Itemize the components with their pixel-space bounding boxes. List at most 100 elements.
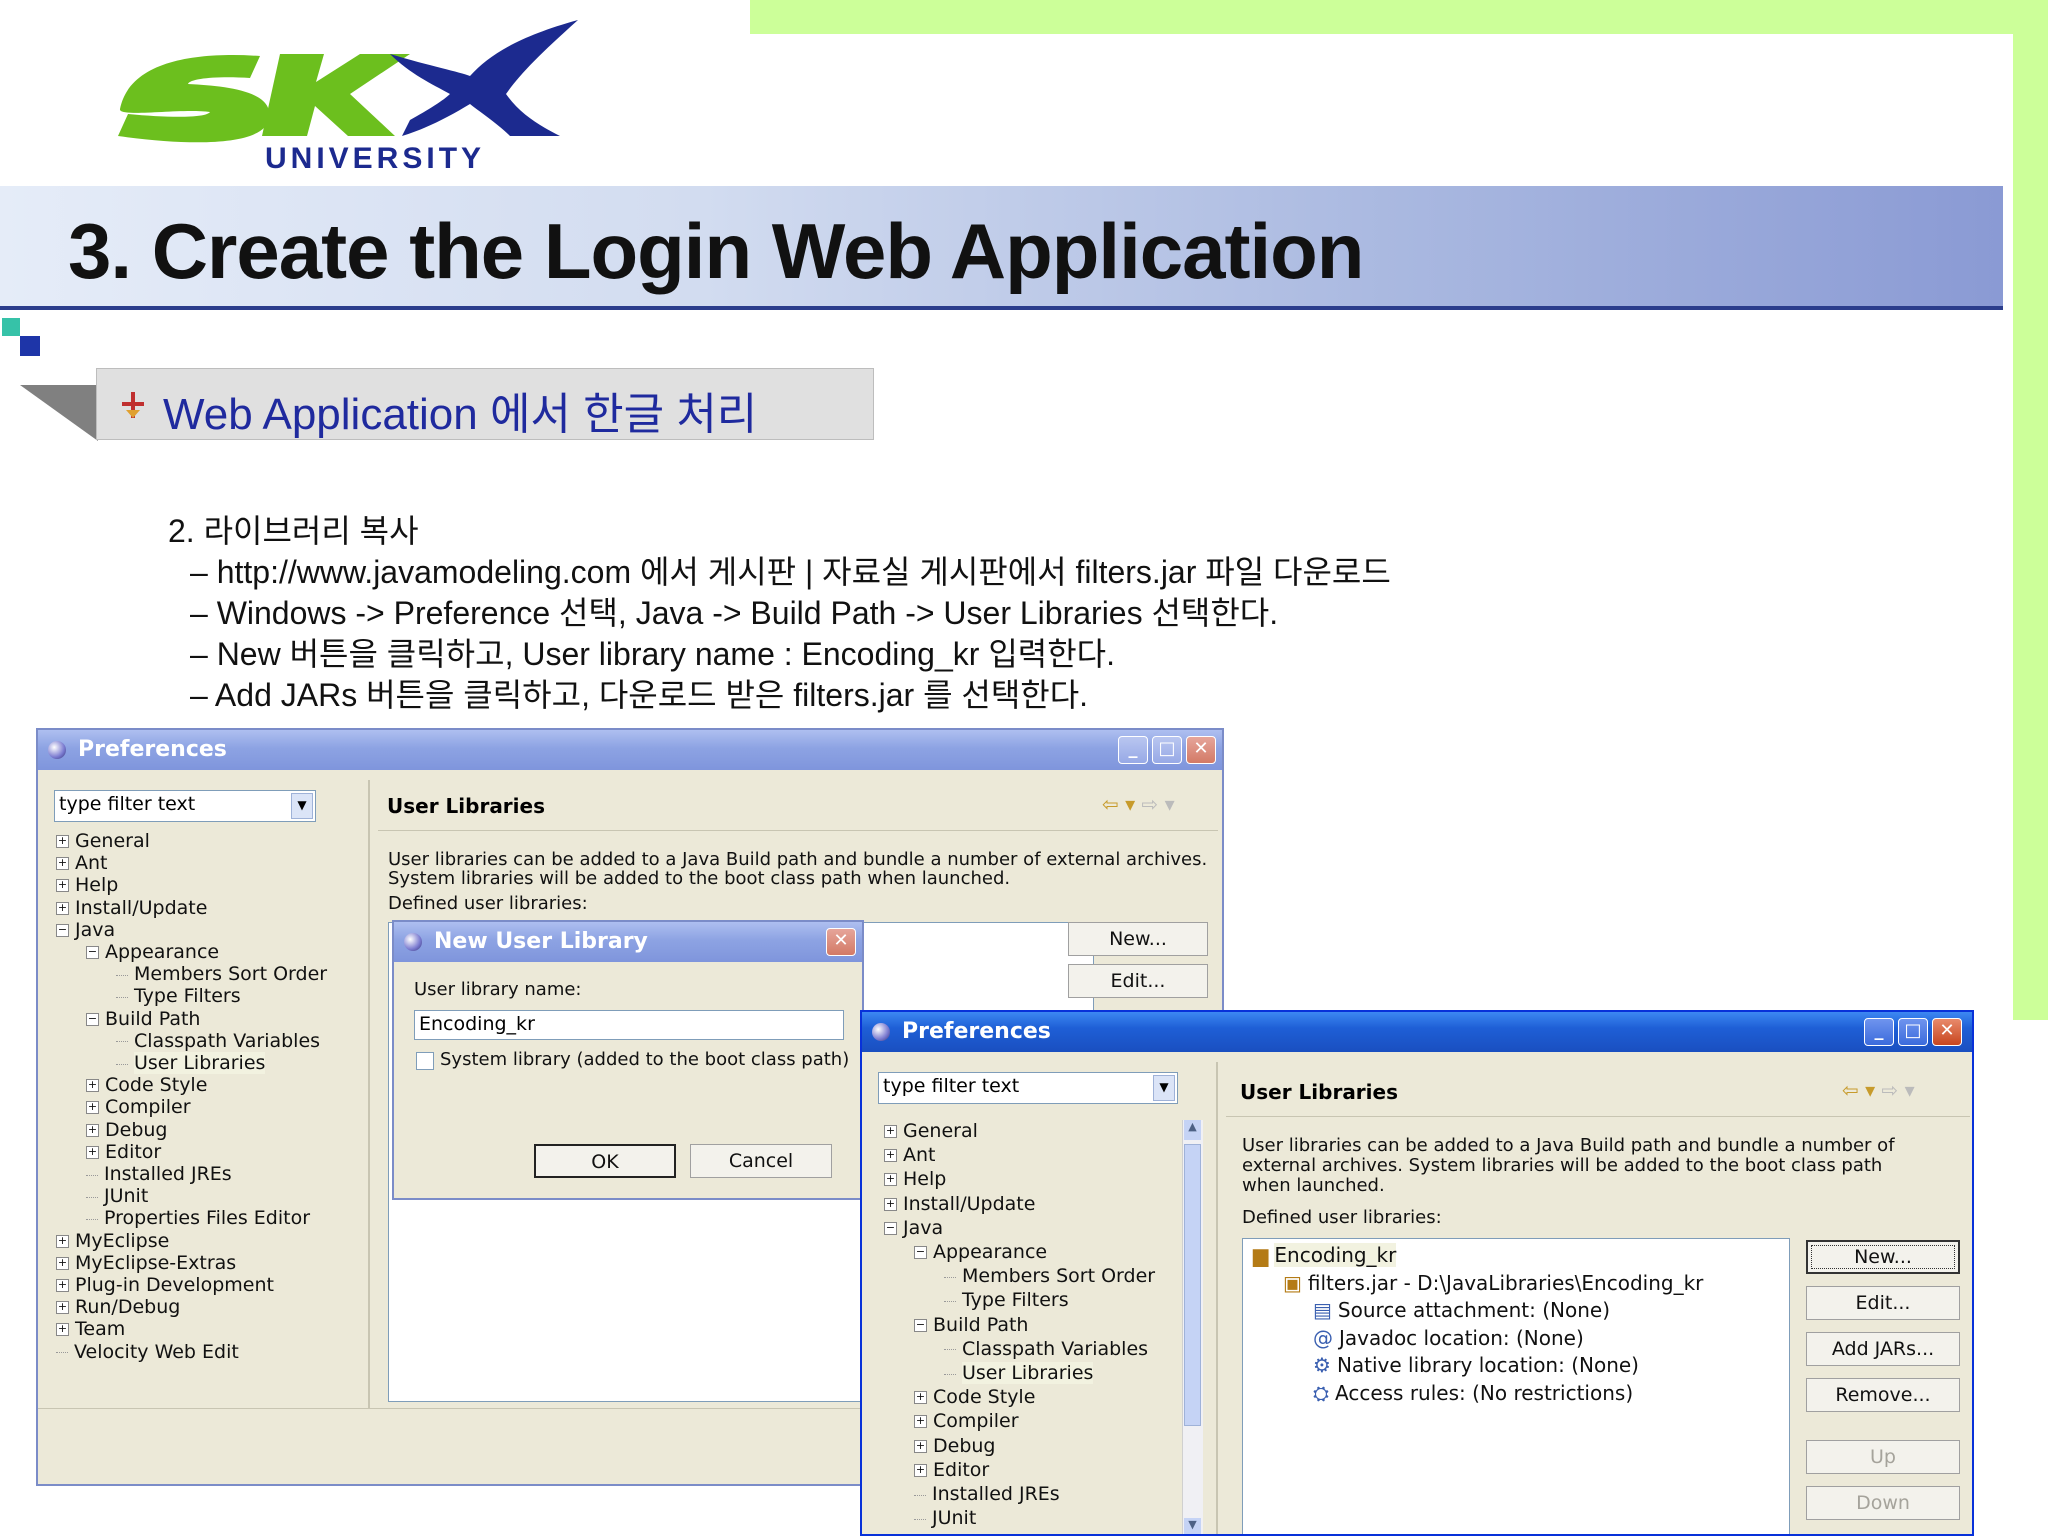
expand-icon[interactable]: + (56, 1256, 69, 1270)
ok-button[interactable]: OK (534, 1144, 676, 1178)
expand-icon[interactable]: + (56, 1301, 69, 1315)
tree-item[interactable]: + Debug (914, 1435, 995, 1457)
expand-icon[interactable]: + (914, 1463, 927, 1477)
minimize-button[interactable]: _ (1118, 736, 1148, 764)
library-tree-item[interactable]: ⚙ Native library location: (None) (1313, 1353, 1639, 1377)
library-tree-item[interactable]: ▣ filters.jar - D:\JavaLibraries\Encoding… (1283, 1271, 1703, 1295)
user-libraries-list[interactable]: ▆ Encoding_kr ▣ filters.jar - D:\JavaLibrar… (1242, 1238, 1790, 1534)
new-button[interactable]: New... (1068, 922, 1208, 956)
expand-icon[interactable]: + (56, 901, 69, 915)
library-tree-item[interactable]: ⛭ Access rules: (No restrictions) (1313, 1381, 1633, 1405)
collapse-icon[interactable]: − (884, 1221, 897, 1235)
tree-item[interactable]: − Java (56, 919, 115, 941)
tree-item[interactable]: − Build Path (914, 1314, 1028, 1336)
tree-scrollbar[interactable]: ▲ ▼ (1182, 1120, 1203, 1534)
tree-item[interactable]: User Libraries (116, 1052, 266, 1074)
expand-icon[interactable]: + (56, 857, 69, 871)
library-tree-item[interactable]: @ Javadoc location: (None) (1313, 1326, 1584, 1350)
expand-icon[interactable]: + (914, 1391, 927, 1405)
tree-item[interactable]: + Compiler (86, 1096, 191, 1118)
tree-item[interactable]: + Plug-in Development (56, 1274, 274, 1296)
edit-button[interactable]: Edit... (1068, 964, 1208, 998)
expand-icon[interactable]: + (56, 1279, 69, 1292)
tree-item[interactable]: + Run/Debug (56, 1296, 180, 1318)
tree-item[interactable]: + Team (56, 1318, 125, 1340)
maximize-button[interactable]: □ (1152, 736, 1182, 764)
tree-item[interactable]: − Java (884, 1217, 943, 1239)
chevron-down-icon[interactable]: ▼ (1153, 1075, 1175, 1101)
expand-icon[interactable]: + (56, 1323, 69, 1337)
nav-arrows-icon[interactable]: ⇦ ▾ ⇨ ▾ (1102, 792, 1175, 816)
tree-item[interactable]: + Ant (884, 1144, 936, 1166)
expand-icon[interactable]: + (884, 1149, 897, 1163)
tree-item[interactable]: + Help (56, 874, 118, 896)
tree-item[interactable]: Type Filters (116, 985, 241, 1007)
titlebar[interactable]: Preferences _ □ ✕ (38, 730, 1222, 770)
system-library-checkbox[interactable] (416, 1052, 434, 1070)
tree-item[interactable]: + Debug (86, 1119, 167, 1141)
tree-item[interactable]: Classpath Variables (116, 1030, 320, 1052)
collapse-icon[interactable]: − (56, 923, 69, 937)
tree-item[interactable]: Classpath Variables (944, 1338, 1148, 1360)
tree-item[interactable]: + Ant (56, 852, 108, 874)
tree-item[interactable]: + MyEclipse-Extras (56, 1252, 236, 1274)
titlebar[interactable]: Preferences _ □ ✕ (862, 1012, 1972, 1052)
tree-item[interactable]: Members Sort Order (944, 1265, 1155, 1287)
remove-button[interactable]: Remove... (1806, 1378, 1960, 1412)
new-button[interactable]: New... (1806, 1240, 1960, 1274)
scroll-down-icon[interactable]: ▼ (1184, 1518, 1201, 1534)
tree-item[interactable]: + General (56, 830, 150, 852)
tree-item[interactable]: JUnit (914, 1507, 976, 1529)
expand-icon[interactable]: + (884, 1197, 897, 1211)
expand-icon[interactable]: + (884, 1173, 897, 1187)
chevron-down-icon[interactable]: ▼ (291, 793, 313, 819)
tree-item[interactable]: Properties Files Editor (86, 1207, 310, 1229)
tree-item[interactable]: + MyEclipse (56, 1230, 169, 1252)
expand-icon[interactable]: + (56, 1234, 69, 1248)
expand-icon[interactable]: + (86, 1123, 99, 1137)
expand-icon[interactable]: + (56, 835, 69, 848)
expand-icon[interactable]: + (914, 1415, 927, 1429)
tree-item[interactable]: Members Sort Order (116, 963, 327, 985)
tree-item[interactable]: + Help (884, 1168, 946, 1190)
filter-input[interactable]: type filter text ▼ (54, 790, 316, 822)
minimize-button[interactable]: _ (1864, 1018, 1894, 1046)
expand-icon[interactable]: + (86, 1145, 99, 1159)
cancel-button[interactable]: Cancel (690, 1144, 832, 1178)
tree-item[interactable]: Type Filters (944, 1289, 1069, 1311)
edit-button[interactable]: Edit... (1806, 1286, 1960, 1320)
tree-item[interactable]: + Install/Update (56, 897, 207, 919)
collapse-icon[interactable]: − (86, 946, 99, 959)
add-jars-button[interactable]: Add JARs... (1806, 1332, 1960, 1366)
library-tree-item[interactable]: ▆ Encoding_kr (1253, 1243, 1397, 1267)
tree-item[interactable]: − Build Path (86, 1008, 200, 1030)
close-button[interactable]: ✕ (1186, 736, 1216, 764)
expand-icon[interactable]: + (56, 879, 69, 893)
collapse-icon[interactable]: − (86, 1012, 99, 1026)
collapse-icon[interactable]: − (914, 1246, 927, 1259)
tree-item[interactable]: Installed JREs (914, 1483, 1060, 1505)
expand-icon[interactable]: + (884, 1125, 897, 1138)
tree-item[interactable]: + Compiler (914, 1410, 1019, 1432)
down-button[interactable]: Down (1806, 1486, 1960, 1520)
tree-item[interactable]: − Appearance (914, 1241, 1047, 1263)
tree-item[interactable]: JUnit (86, 1185, 148, 1207)
tree-item[interactable]: + Editor (86, 1141, 161, 1163)
collapse-icon[interactable]: − (914, 1318, 927, 1332)
filter-input[interactable]: type filter text ▼ (878, 1072, 1178, 1104)
tree-item[interactable]: + Code Style (86, 1074, 207, 1096)
tree-item[interactable]: + Code Style (914, 1386, 1035, 1408)
expand-icon[interactable]: + (914, 1439, 927, 1453)
library-name-input[interactable]: Encoding_kr (414, 1010, 844, 1040)
close-button[interactable]: ✕ (826, 928, 856, 956)
scroll-up-icon[interactable]: ▲ (1184, 1120, 1201, 1140)
tree-item[interactable]: Properties Files Editor (914, 1531, 1138, 1534)
tree-item[interactable]: Velocity Web Edit (56, 1341, 239, 1363)
library-tree-item[interactable]: ▤ Source attachment: (None) (1313, 1298, 1610, 1322)
tree-item[interactable]: + Install/Update (884, 1193, 1035, 1215)
titlebar[interactable]: New User Library ✕ (394, 922, 862, 962)
maximize-button[interactable]: □ (1898, 1018, 1928, 1046)
tree-item[interactable]: Installed JREs (86, 1163, 232, 1185)
expand-icon[interactable]: + (86, 1101, 99, 1115)
expand-icon[interactable]: + (86, 1079, 99, 1093)
